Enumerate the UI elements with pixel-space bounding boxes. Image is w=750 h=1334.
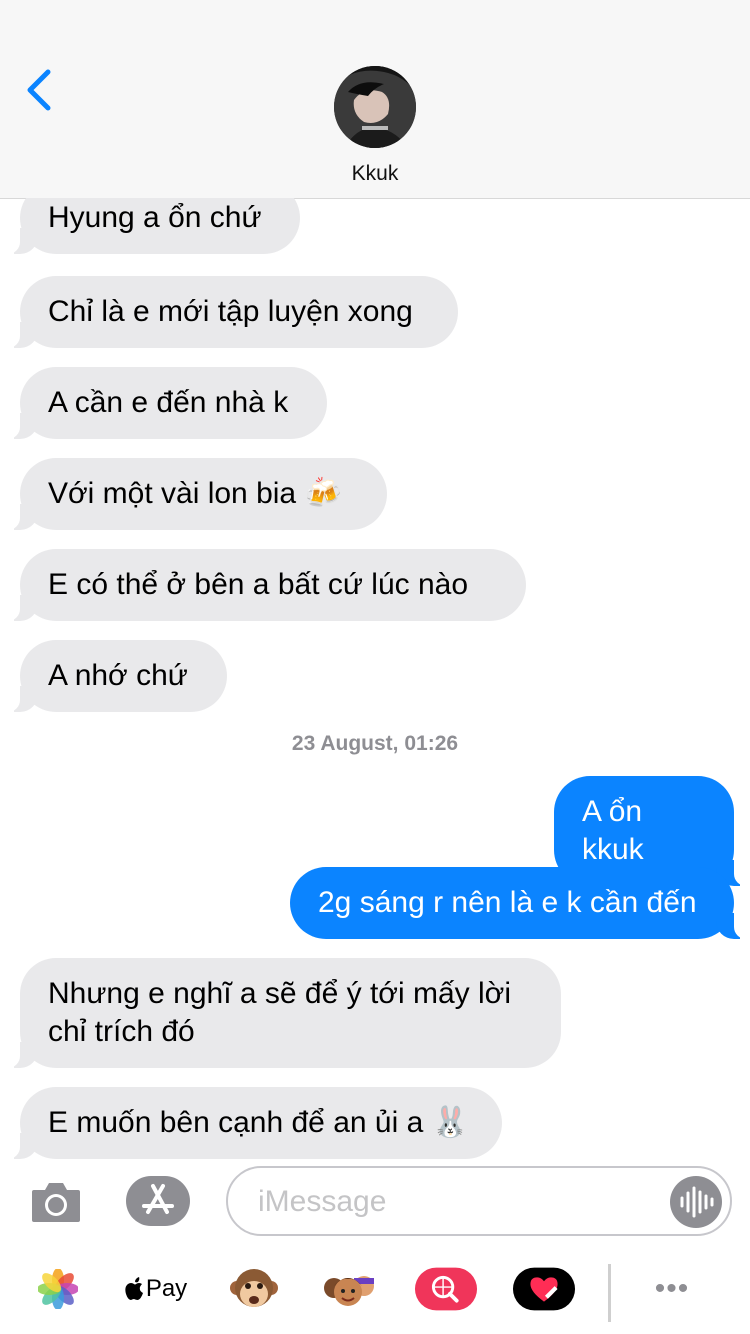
app-store-button[interactable] (126, 1176, 190, 1226)
contact-avatar[interactable] (334, 66, 416, 148)
message-bubble-incoming[interactable]: A nhớ chứ (6, 640, 227, 712)
message-input-placeholder: iMessage (258, 1185, 387, 1218)
more-apps-button[interactable]: ••• (640, 1262, 704, 1316)
apple-pay-icon (125, 1277, 143, 1300)
message-bubble-incoming[interactable]: Hyung a ổn chứ (6, 198, 300, 254)
contact-name[interactable]: Kkuk (0, 162, 750, 186)
message-text: A nhớ chứ (48, 659, 188, 692)
audio-message-button[interactable] (670, 1176, 722, 1228)
message-text: Nhưng e nghĩ a sẽ để ý tới mấy lời chỉ t… (48, 977, 511, 1048)
apple-pay-label: Pay (145, 1275, 188, 1302)
message-bubble-incoming[interactable]: A cần e đến nhà k (6, 367, 327, 439)
images-search-button[interactable] (414, 1262, 478, 1316)
memoji-stickers-button[interactable] (316, 1262, 380, 1316)
conversation-header: Kkuk (0, 0, 750, 199)
message-bubble-incoming[interactable]: Chỉ là e mới tập luyện xong (6, 276, 458, 348)
message-text: 2g sáng r nên là e k cần đến (318, 886, 697, 919)
chevron-left-icon (27, 69, 51, 111)
images-search-icon (414, 1267, 478, 1311)
message-text: E muốn bên cạnh để an ủi a 🐰 (48, 1106, 469, 1139)
message-bubble-incoming[interactable]: E muốn bên cạnh để an ủi a 🐰 (6, 1087, 502, 1159)
message-bubble-outgoing[interactable]: 2g sáng r nên là e k cần đến (290, 867, 748, 939)
photos-app-button[interactable] (26, 1262, 90, 1316)
animoji-button[interactable] (222, 1262, 286, 1316)
camera-button[interactable] (30, 1178, 82, 1224)
camera-icon (32, 1183, 80, 1222)
message-text: E có thể ở bên a bất cứ lúc nào (48, 568, 469, 601)
message-text: A cần e đến nhà k (48, 386, 289, 419)
drawer-divider (608, 1264, 611, 1322)
memoji-icon (324, 1276, 374, 1306)
message-text: Hyung a ổn chứ (48, 201, 262, 234)
message-bubble-incoming[interactable]: Nhưng e nghĩ a sẽ để ý tới mấy lời chỉ t… (6, 958, 561, 1068)
timestamp-time: 01:26 (404, 732, 459, 755)
waveform-icon (680, 1186, 714, 1218)
avatar-photo (334, 66, 416, 148)
digital-touch-button[interactable] (512, 1262, 576, 1316)
more-icon: ••• (654, 1272, 690, 1305)
apple-pay-button[interactable]: Pay (120, 1262, 190, 1316)
back-button[interactable] (24, 66, 64, 114)
message-input[interactable]: iMessage (226, 1166, 732, 1236)
app-drawer: Pay ••• (0, 1252, 750, 1334)
animoji-icon (230, 1269, 278, 1307)
message-thread[interactable]: Hyung a ổn chứ Chỉ là e mới tập luyện xo… (0, 198, 750, 1160)
composer-bar: iMessage (0, 1160, 750, 1252)
app-store-icon (142, 1184, 174, 1214)
message-bubble-incoming[interactable]: Với một vài lon bia 🍻 (6, 458, 387, 530)
message-text: Chỉ là e mới tập luyện xong (48, 295, 413, 328)
message-text: A ổn kkuk (582, 795, 644, 866)
message-bubble-incoming[interactable]: E có thể ở bên a bất cứ lúc nào (6, 549, 526, 621)
photos-icon (38, 1269, 78, 1309)
message-text: Với một vài lon bia 🍻 (48, 477, 342, 510)
timestamp-date: 23 August, (291, 732, 399, 755)
conversation-timestamp: 23 August, 01:26 (0, 732, 750, 756)
digital-touch-icon (512, 1267, 576, 1311)
